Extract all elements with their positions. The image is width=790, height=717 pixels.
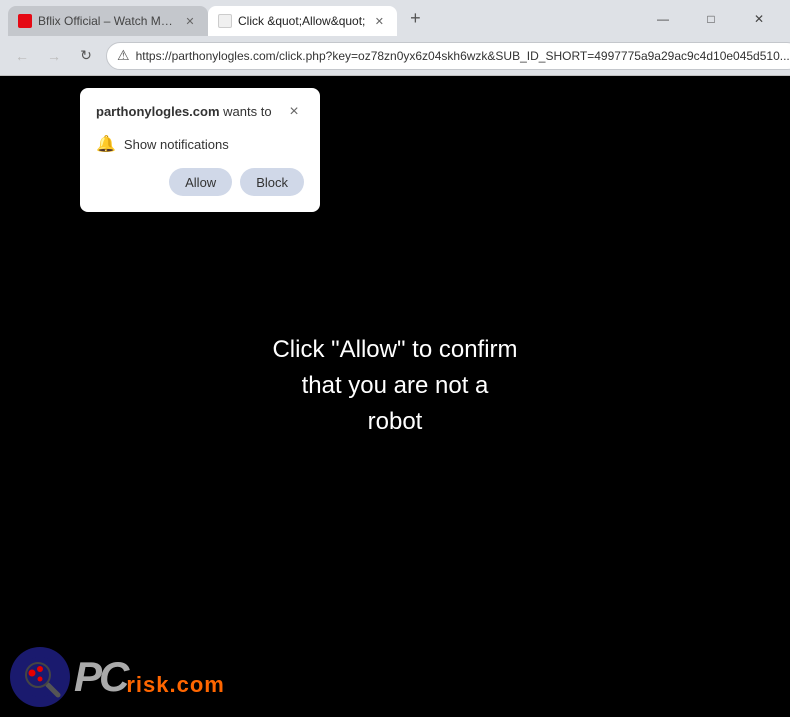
bflix-favicon: [18, 14, 32, 28]
browser-frame: Bflix Official – Watch Movies a... ✕ Cli…: [0, 0, 790, 717]
bell-icon: 🔔: [96, 134, 116, 154]
tab-allow[interactable]: Click &quot;Allow&quot; ✕: [208, 6, 397, 36]
address-bar[interactable]: ⚠ https://parthonylogles.com/click.php?k…: [106, 42, 790, 70]
security-icon: ⚠: [117, 47, 130, 64]
message-line2: that you are not a: [302, 372, 489, 399]
tab-bflix-title: Bflix Official – Watch Movies a...: [38, 14, 176, 28]
popup-notification-text: Show notifications: [124, 137, 229, 152]
window-controls: — □ ✕: [640, 2, 782, 36]
popup-notification-row: 🔔 Show notifications: [96, 134, 304, 154]
main-message: Click "Allow" to confirm that you are no…: [195, 332, 595, 440]
allow-button[interactable]: Allow: [169, 168, 232, 196]
pcrisk-text-area: PC risk.com: [74, 656, 225, 698]
page-content: parthonylogles.com wants to × 🔔 Show not…: [0, 76, 790, 717]
notification-popup: parthonylogles.com wants to × 🔔 Show not…: [80, 88, 320, 212]
url-text: https://parthonylogles.com/click.php?key…: [136, 49, 790, 63]
pcrisk-icon: [10, 647, 70, 707]
close-button[interactable]: ✕: [736, 2, 782, 36]
popup-wants-to: wants to: [220, 104, 272, 119]
add-tab-button[interactable]: +: [401, 4, 429, 32]
popup-title: parthonylogles.com wants to: [96, 104, 272, 121]
tabs-row: Bflix Official – Watch Movies a... ✕ Cli…: [0, 0, 790, 36]
alert-favicon: [218, 14, 232, 28]
tab-allow-title: Click &quot;Allow&quot;: [238, 14, 365, 28]
pcrisk-risk: risk.com: [126, 674, 225, 696]
forward-button[interactable]: →: [40, 42, 68, 70]
message-line1: Click "Allow" to confirm: [272, 336, 517, 363]
popup-close-button[interactable]: ×: [284, 102, 304, 122]
reload-button[interactable]: ↻: [72, 42, 100, 70]
back-button[interactable]: ←: [8, 42, 36, 70]
nav-controls: ← → ↻: [8, 42, 100, 70]
message-line3: robot: [368, 408, 423, 435]
pcrisk-pc: PC: [74, 656, 126, 698]
address-row: ← → ↻ ⚠ https://parthonylogles.com/click…: [0, 36, 790, 76]
tab-bflix[interactable]: Bflix Official – Watch Movies a... ✕: [8, 6, 208, 36]
block-button[interactable]: Block: [240, 168, 304, 196]
tab-bflix-close[interactable]: ✕: [182, 13, 198, 29]
pcrisk-logo: PC risk.com: [10, 647, 225, 707]
maximize-button[interactable]: □: [688, 2, 734, 36]
popup-domain: parthonylogles.com: [96, 104, 220, 119]
minimize-button[interactable]: —: [640, 2, 686, 36]
popup-buttons: Allow Block: [96, 168, 304, 196]
tab-allow-close[interactable]: ✕: [371, 13, 387, 29]
popup-header: parthonylogles.com wants to ×: [96, 104, 304, 122]
pcrisk-svg-icon: [18, 655, 62, 699]
